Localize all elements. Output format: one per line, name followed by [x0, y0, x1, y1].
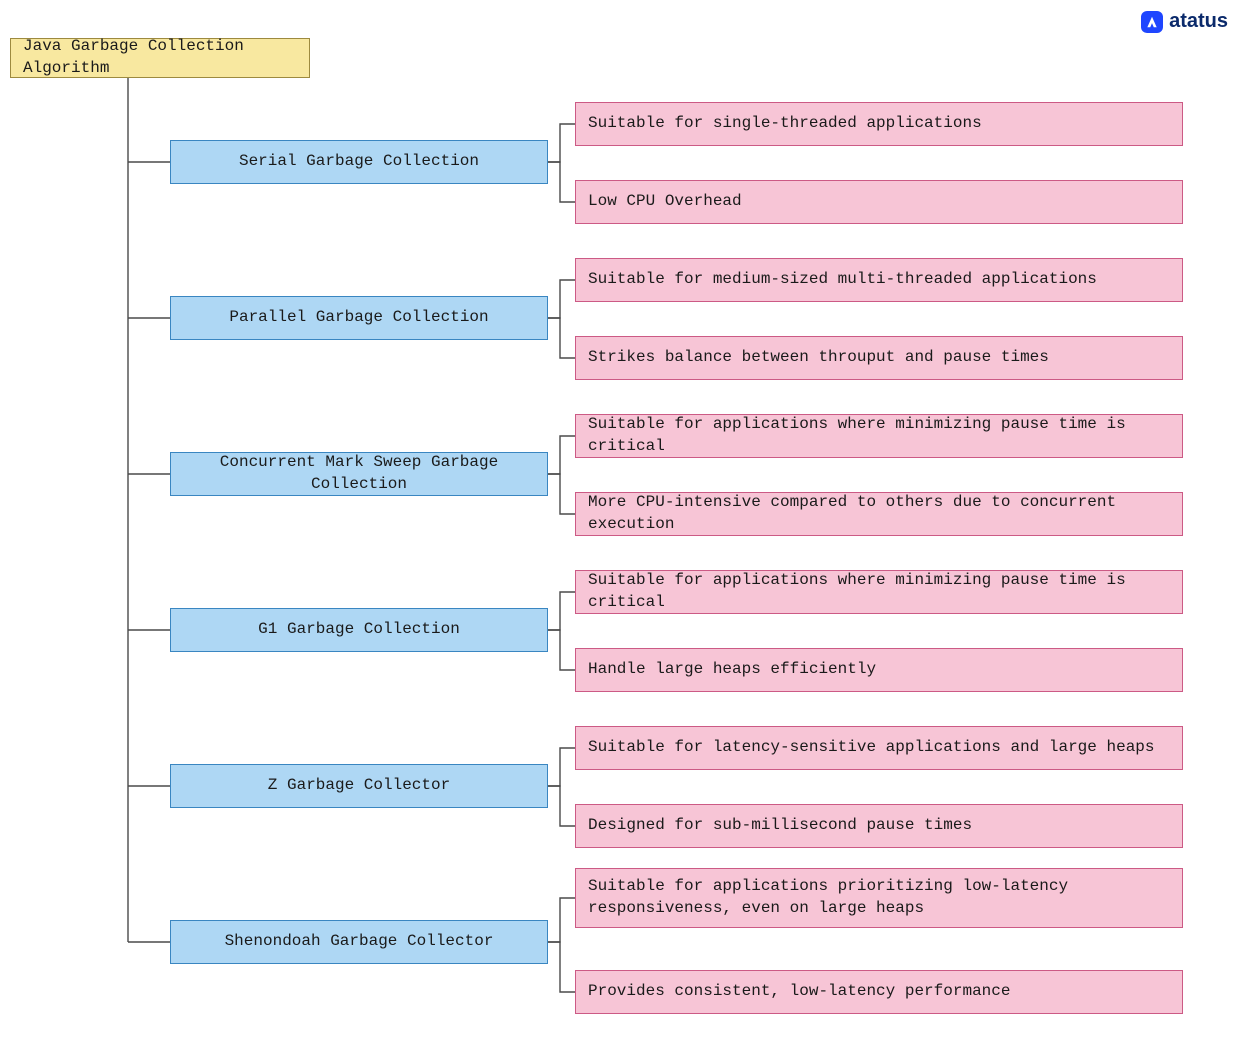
leaf-text: Suitable for applications where minimizi…	[588, 570, 1170, 613]
branch-g1-gc: G1 Garbage Collection	[170, 608, 548, 652]
leaf-serial-gc-1: Suitable for single-threaded application…	[575, 102, 1183, 146]
leaf-g1-gc-1: Suitable for applications where minimizi…	[575, 570, 1183, 614]
branch-label: G1 Garbage Collection	[258, 619, 460, 641]
leaf-text: Suitable for single-threaded application…	[588, 113, 982, 135]
leaf-text: Designed for sub-millisecond pause times	[588, 815, 972, 837]
diagram-canvas: atatus Java Garbage Collection Algor	[0, 0, 1248, 1064]
branch-z-gc: Z Garbage Collector	[170, 764, 548, 808]
brand-logo: atatus	[1141, 10, 1228, 33]
branch-label: Serial Garbage Collection	[239, 151, 479, 173]
leaf-shenandoah-gc-1: Suitable for applications prioritizing l…	[575, 868, 1183, 928]
leaf-text: More CPU-intensive compared to others du…	[588, 492, 1170, 535]
brand-logo-text: atatus	[1169, 10, 1228, 33]
leaf-parallel-gc-1: Suitable for medium-sized multi-threaded…	[575, 258, 1183, 302]
leaf-parallel-gc-2: Strikes balance between throuput and pau…	[575, 336, 1183, 380]
branch-label: Shenondoah Garbage Collector	[225, 931, 494, 953]
leaf-text: Suitable for applications prioritizing l…	[588, 876, 1170, 919]
leaf-text: Suitable for latency-sensitive applicati…	[588, 737, 1155, 759]
leaf-text: Suitable for applications where minimizi…	[588, 414, 1170, 457]
branch-label: Parallel Garbage Collection	[229, 307, 488, 329]
leaf-cms-gc-2: More CPU-intensive compared to others du…	[575, 492, 1183, 536]
leaf-z-gc-2: Designed for sub-millisecond pause times	[575, 804, 1183, 848]
leaf-shenandoah-gc-2: Provides consistent, low-latency perform…	[575, 970, 1183, 1014]
root-label: Java Garbage Collection Algorithm	[23, 36, 297, 79]
leaf-text: Handle large heaps efficiently	[588, 659, 876, 681]
branch-label: Concurrent Mark Sweep Garbage Collection	[183, 452, 535, 495]
leaf-serial-gc-2: Low CPU Overhead	[575, 180, 1183, 224]
leaf-z-gc-1: Suitable for latency-sensitive applicati…	[575, 726, 1183, 770]
leaf-text: Strikes balance between throuput and pau…	[588, 347, 1049, 369]
branch-parallel-gc: Parallel Garbage Collection	[170, 296, 548, 340]
branch-serial-gc: Serial Garbage Collection	[170, 140, 548, 184]
leaf-text: Low CPU Overhead	[588, 191, 742, 213]
leaf-text: Suitable for medium-sized multi-threaded…	[588, 269, 1097, 291]
branch-shenandoah-gc: Shenondoah Garbage Collector	[170, 920, 548, 964]
branch-label: Z Garbage Collector	[268, 775, 450, 797]
brand-logo-icon	[1141, 11, 1163, 33]
leaf-g1-gc-2: Handle large heaps efficiently	[575, 648, 1183, 692]
branch-cms-gc: Concurrent Mark Sweep Garbage Collection	[170, 452, 548, 496]
leaf-cms-gc-1: Suitable for applications where minimizi…	[575, 414, 1183, 458]
leaf-text: Provides consistent, low-latency perform…	[588, 981, 1010, 1003]
root-node: Java Garbage Collection Algorithm	[10, 38, 310, 78]
